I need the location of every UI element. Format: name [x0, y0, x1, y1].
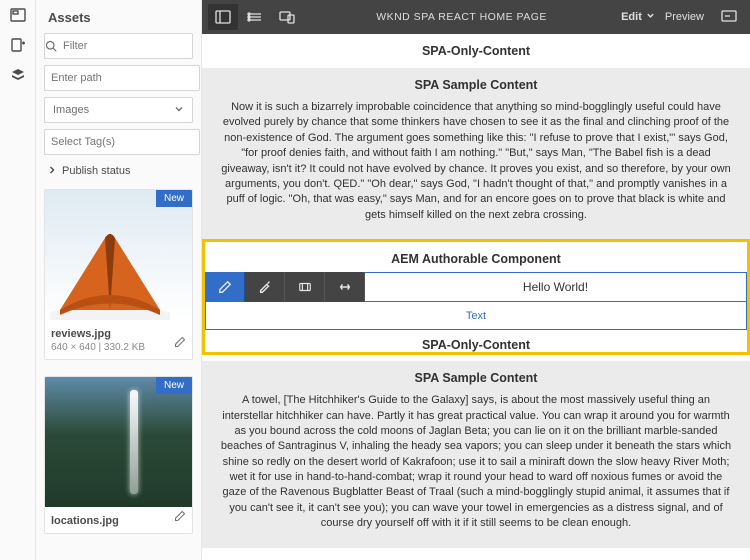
mode-label: Edit [621, 11, 642, 23]
assets-title: Assets [36, 0, 201, 33]
configure-button[interactable] [245, 272, 285, 302]
emulator-button[interactable] [272, 4, 302, 30]
authorable-region: AEM Authorable Component [202, 239, 750, 355]
hello-world-component[interactable]: Hello World! [365, 272, 747, 302]
parent-button[interactable] [285, 272, 325, 302]
sample-1-body: Now it is such a bizarrely improbable co… [220, 100, 732, 223]
asset-thumb: New [45, 190, 192, 320]
type-selected: Images [53, 104, 89, 116]
asset-card[interactable]: New locations.jpg [44, 376, 193, 534]
add-page-icon[interactable] [9, 36, 27, 54]
component-toolbar-row: Hello World! [205, 272, 747, 302]
layers-icon[interactable] [9, 66, 27, 84]
path-input[interactable] [45, 72, 199, 84]
assets-panel: Assets Images [36, 0, 202, 560]
type-select[interactable]: Images [44, 97, 193, 123]
asset-filename: reviews.jpg [51, 328, 186, 340]
publish-label: Publish status [62, 165, 130, 177]
edit-asset-icon[interactable] [174, 509, 186, 527]
sample-2-title: SPA Sample Content [220, 371, 732, 385]
edit-component-button[interactable] [205, 272, 245, 302]
sample-2-body: A towel, [The Hitchhiker's Guide to the … [220, 393, 732, 532]
mode-selector[interactable]: Edit [621, 11, 655, 23]
asset-thumb: New [45, 377, 192, 507]
panel-icon[interactable] [9, 6, 27, 24]
tags-field[interactable] [44, 129, 200, 155]
page-content: SPA-Only-Content SPA Sample Content Now … [202, 34, 750, 560]
spa-only-title: SPA-Only-Content [202, 34, 750, 68]
preview-button[interactable]: Preview [665, 11, 704, 23]
chevron-down-icon [646, 11, 655, 23]
editor-toolbar: WKND SPA REACT HOME PAGE Edit Preview [202, 0, 750, 34]
asset-card[interactable]: New reviews.jpg 640 × 640 | 330.2 KB [44, 189, 193, 360]
publish-status-toggle[interactable]: Publish status [36, 155, 201, 181]
page-title: WKND SPA REACT HOME PAGE [302, 11, 621, 23]
asset-filename: locations.jpg [51, 515, 186, 527]
edit-asset-icon[interactable] [174, 335, 186, 353]
left-rail [0, 0, 36, 560]
new-badge: New [156, 190, 192, 207]
component-toolbar [205, 272, 365, 302]
text-drop-zone[interactable]: Text [205, 302, 747, 330]
spa-only-title-2: SPA-Only-Content [205, 330, 747, 352]
sample-content-1: SPA Sample Content Now it is such a biza… [202, 68, 750, 239]
authorable-title: AEM Authorable Component [205, 242, 747, 272]
chevron-down-icon [174, 104, 184, 117]
annotate-button[interactable] [714, 4, 744, 30]
chevron-right-icon [48, 165, 56, 177]
filter-input[interactable] [57, 40, 202, 52]
path-field[interactable] [44, 65, 200, 91]
sample-content-2: SPA Sample Content A towel, [The Hitchhi… [202, 361, 750, 548]
drag-button[interactable] [325, 272, 365, 302]
sample-1-title: SPA Sample Content [220, 78, 732, 92]
search-icon [45, 40, 57, 52]
new-badge: New [156, 377, 192, 394]
editor-main: WKND SPA REACT HOME PAGE Edit Preview SP… [202, 0, 750, 560]
toggle-panel-button[interactable] [208, 4, 238, 30]
tent-illustration [50, 220, 170, 320]
waterfall-illustration [45, 377, 192, 507]
asset-meta: 640 × 640 | 330.2 KB [51, 342, 186, 353]
page-info-button[interactable] [240, 4, 270, 30]
filter-field[interactable] [44, 33, 193, 59]
tags-input[interactable] [45, 136, 199, 148]
